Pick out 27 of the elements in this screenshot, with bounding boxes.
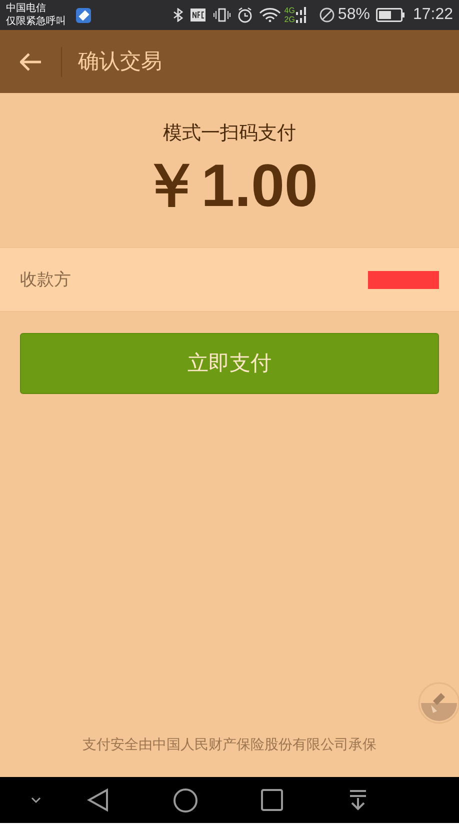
home-icon[interactable]	[173, 788, 198, 812]
payment-mode: 模式一扫码支付	[163, 122, 296, 146]
back-icon[interactable]	[87, 788, 109, 812]
notification-pull-icon[interactable]	[349, 789, 367, 811]
payment-amount: ￥1.00	[141, 152, 318, 218]
battery-percent: 58%	[338, 5, 370, 25]
insurance-note: 支付安全由中国人民财产保险股份有限公司承保	[82, 735, 378, 754]
clock-time: 17:22	[412, 5, 453, 25]
wifi-icon	[259, 8, 282, 22]
recent-apps-icon[interactable]	[261, 789, 283, 811]
nfc-icon	[190, 8, 206, 22]
vibrate-icon	[213, 8, 232, 22]
do-not-disturb-icon	[318, 7, 335, 23]
network-type: 4G	[284, 6, 295, 15]
network-type: 2G	[284, 15, 295, 24]
back-arrow-icon	[20, 52, 42, 70]
payee-label: 收款方	[20, 268, 71, 291]
carrier-name: 中国电信	[6, 2, 47, 15]
collapse-icon[interactable]	[30, 796, 42, 804]
bluetooth-icon	[173, 8, 184, 22]
carrier-status: 仅限紧急呼叫	[6, 15, 66, 28]
signal-icon	[294, 6, 307, 24]
battery-icon	[376, 8, 405, 22]
redacted-payee-name	[368, 270, 439, 288]
page-title: 确认交易	[78, 48, 162, 75]
alarm-icon	[237, 7, 254, 23]
pay-now-button[interactable]: 立即支付	[20, 333, 439, 394]
